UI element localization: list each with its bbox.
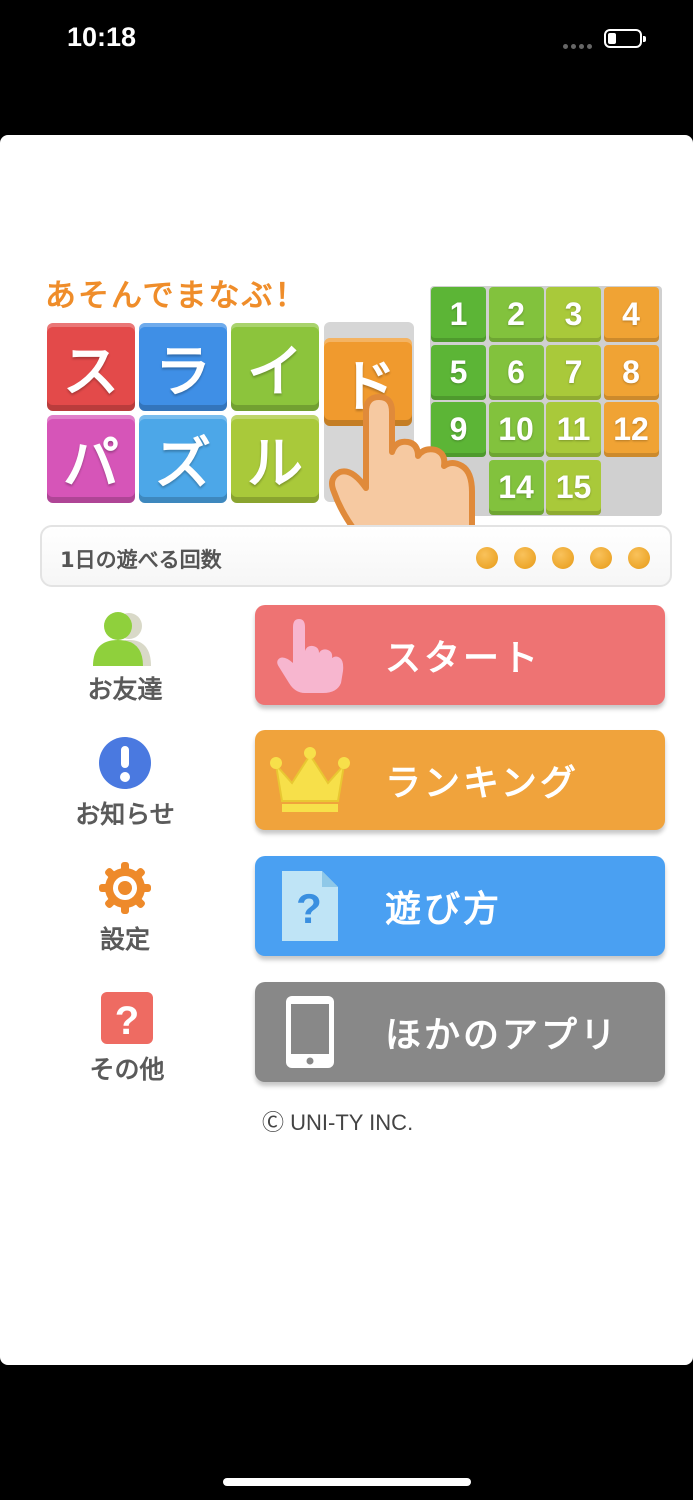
daily-plays-bar: 1日の遊べる回数 — [40, 525, 672, 587]
start-button[interactable]: スタート — [255, 605, 665, 705]
copyright-symbol: Ⓒ — [262, 1110, 285, 1135]
grid-number-tile: 10 — [488, 402, 544, 457]
info-icon — [99, 737, 151, 789]
logo-title-tile: ル — [231, 415, 319, 503]
grid-number-tile: 11 — [546, 402, 601, 457]
grid-number-tile: 7 — [546, 344, 601, 400]
help-document-icon: ? — [282, 871, 338, 941]
other-apps-button[interactable]: ほかのアプリ — [255, 982, 665, 1082]
ranking-label: ランキング — [385, 763, 579, 804]
cellular-signal-icon — [563, 44, 592, 49]
logo-title-tile: パ — [47, 415, 135, 503]
other-label: その他 — [89, 1055, 165, 1084]
copyright-text: UNI-TY INC. — [290, 1110, 414, 1135]
svg-text:?: ? — [296, 885, 322, 932]
grid-number-tile: 8 — [603, 344, 659, 400]
gear-icon — [99, 862, 151, 914]
plays-remaining-indicator — [476, 547, 650, 569]
news-label: お知らせ — [75, 800, 175, 829]
grid-number-tile: 6 — [488, 344, 544, 400]
svg-text:?: ? — [115, 999, 139, 1043]
pointing-hand-icon — [329, 394, 475, 532]
start-label: スタート — [385, 638, 542, 679]
grid-number-tile: 3 — [546, 287, 601, 342]
home-indicator — [223, 1478, 471, 1486]
friends-label: お友達 — [87, 675, 163, 704]
crown-icon — [270, 747, 350, 812]
logo-subtitle: あそんでまなぶ！ — [45, 278, 308, 314]
copyright: Ⓒ UNI-TY INC. — [262, 1105, 413, 1137]
grid-number-tile: 12 — [603, 402, 659, 457]
grid-number-tile: 4 — [603, 287, 659, 342]
settings-label: 設定 — [99, 925, 150, 954]
daily-plays-label: 1日の遊べる回数 — [60, 548, 222, 572]
play-count-dot — [476, 547, 498, 569]
grid-number-tile: 15 — [546, 459, 601, 515]
play-count-dot — [552, 547, 574, 569]
settings-button[interactable]: 設定 — [55, 860, 195, 956]
other-apps-label: ほかのアプリ — [385, 1015, 620, 1056]
play-count-dot — [514, 547, 536, 569]
logo-title-tile: イ — [231, 323, 319, 411]
how-to-play-label: 遊び方 — [385, 889, 503, 930]
friends-button[interactable]: お友達 — [55, 610, 195, 706]
status-time: 10:18 — [67, 22, 137, 52]
pointing-hand-icon — [277, 619, 344, 693]
grid-number-tile: 2 — [488, 287, 544, 342]
how-to-play-button[interactable]: ? 遊び方 — [255, 856, 665, 956]
smartphone-icon — [286, 996, 334, 1068]
other-button[interactable]: ? その他 — [57, 990, 197, 1086]
grid-number-tile: 1 — [431, 287, 486, 342]
battery-icon — [604, 29, 646, 48]
play-count-dot — [628, 547, 650, 569]
logo-title-tile: ス — [47, 323, 135, 411]
play-count-dot — [590, 547, 612, 569]
logo-title-tile: ラ — [139, 323, 227, 411]
question-icon: ? — [101, 992, 153, 1044]
friends-icon — [93, 612, 151, 666]
grid-number-tile: 14 — [488, 459, 544, 515]
news-button[interactable]: お知らせ — [55, 735, 195, 831]
ranking-button[interactable]: ランキング — [255, 730, 665, 830]
logo-title-tile: ズ — [139, 415, 227, 503]
